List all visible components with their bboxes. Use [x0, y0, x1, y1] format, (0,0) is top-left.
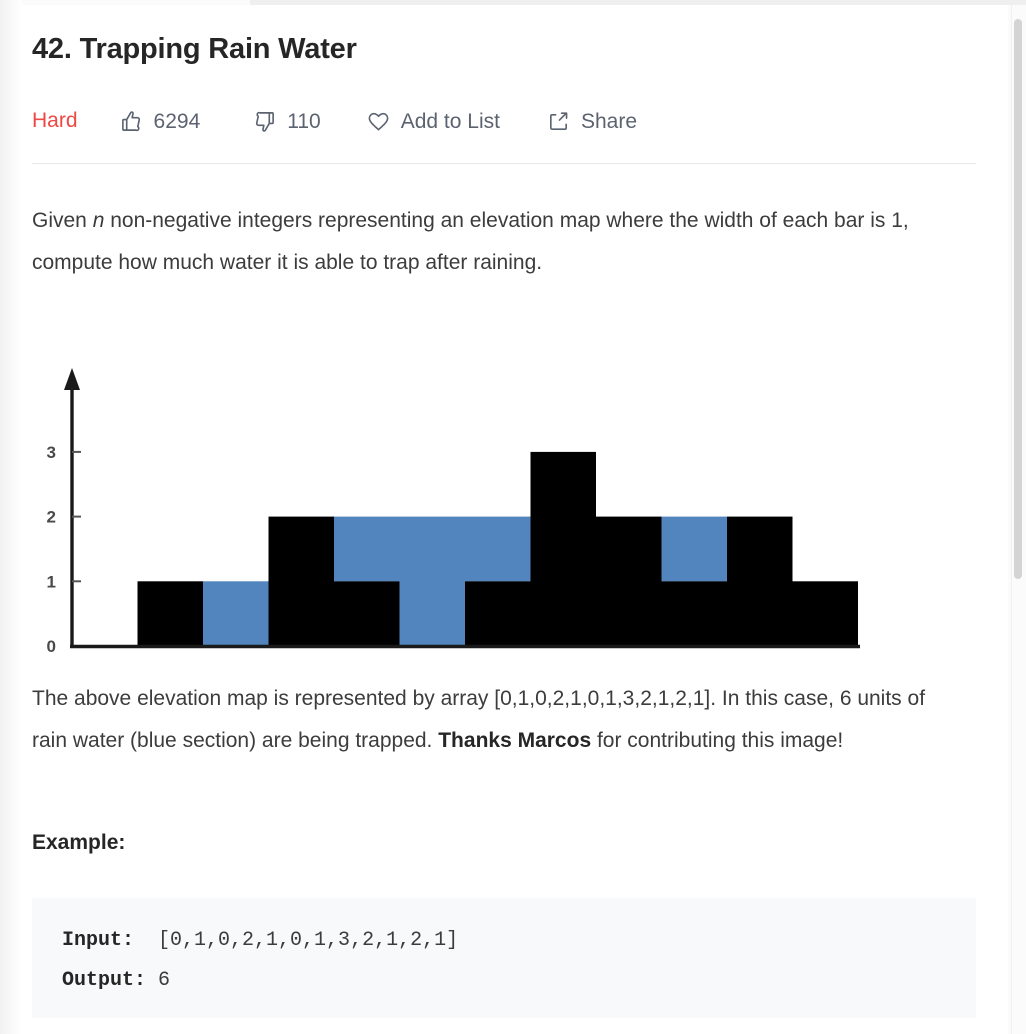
elevation-map-chart: 0 1 2 3: [0, 360, 900, 660]
add-to-list-button[interactable]: Add to List: [367, 104, 500, 138]
thumbs-up-icon: [120, 110, 143, 133]
example-heading: Example:: [32, 831, 126, 854]
code-line-input: Input: [0,1,0,2,1,0,1,3,2,1,2,1]: [62, 921, 946, 961]
chart-caption: The above elevation map is represented b…: [32, 678, 964, 762]
elevation-bar: [137, 581, 203, 646]
thumbs-down-icon: [253, 110, 276, 133]
y-tick-label: 0: [47, 637, 56, 656]
elevation-bar: [530, 451, 596, 646]
chart-svg: 0 1 2 3: [47, 368, 860, 656]
vertical-scrollbar[interactable]: [1011, 5, 1024, 1034]
water-block: [203, 581, 269, 646]
dislike-button[interactable]: 110: [253, 104, 321, 138]
water-block: [465, 516, 531, 582]
code-line-output: Output: 6: [62, 961, 946, 1001]
description-pre: Given: [32, 209, 93, 232]
variable-n: n: [92, 209, 105, 232]
difficulty-badge: Hard: [32, 109, 78, 132]
y-tick-label: 3: [47, 443, 56, 462]
caption-credit: Thanks Marcos: [438, 729, 592, 752]
problem-description: Given n non-negative integers representi…: [32, 200, 964, 284]
elevation-bar: [661, 581, 727, 646]
share-label: Share: [580, 109, 638, 133]
elevation-bar: [465, 581, 531, 646]
scrollbar-thumb[interactable]: [1014, 19, 1022, 579]
page-root: 42. Trapping Rain Water Hard 6294 110 Ad…: [0, 0, 1026, 1034]
elevation-bar: [268, 516, 334, 646]
like-count: 6294: [153, 109, 201, 133]
elevation-bar: [792, 581, 858, 646]
share-button[interactable]: Share: [547, 104, 637, 138]
caption-post: for contributing this image!: [591, 729, 844, 752]
like-button[interactable]: 6294: [120, 104, 201, 138]
y-tick-label: 1: [47, 572, 56, 591]
water-block: [661, 516, 727, 582]
elevation-bar: [334, 581, 400, 646]
elevation-bar: [596, 516, 662, 646]
header-divider: [32, 163, 976, 164]
input-label: Input:: [62, 929, 135, 952]
y-axis-ticks: 0 1 2 3: [47, 443, 81, 656]
y-axis-arrow-icon: [64, 368, 80, 390]
heart-icon: [367, 110, 390, 133]
water-block: [334, 516, 400, 582]
dislike-count: 110: [287, 109, 321, 133]
page-title: 42. Trapping Rain Water: [32, 33, 357, 65]
description-post: non-negative integers representing an el…: [32, 209, 909, 274]
y-tick-label: 2: [47, 508, 56, 527]
share-icon: [547, 110, 570, 133]
input-value: [0,1,0,2,1,0,1,3,2,1,2,1]: [158, 929, 459, 952]
water-block: [399, 516, 465, 646]
problem-toolbar: Hard 6294 110 Add to List Share: [32, 104, 637, 138]
elevation-bar: [727, 516, 793, 646]
add-to-list-label: Add to List: [400, 109, 500, 133]
output-value: 6: [158, 969, 171, 992]
output-label: Output:: [62, 969, 147, 992]
example-code-block: Input: [0,1,0,2,1,0,1,3,2,1,2,1] Output:…: [32, 898, 976, 1018]
